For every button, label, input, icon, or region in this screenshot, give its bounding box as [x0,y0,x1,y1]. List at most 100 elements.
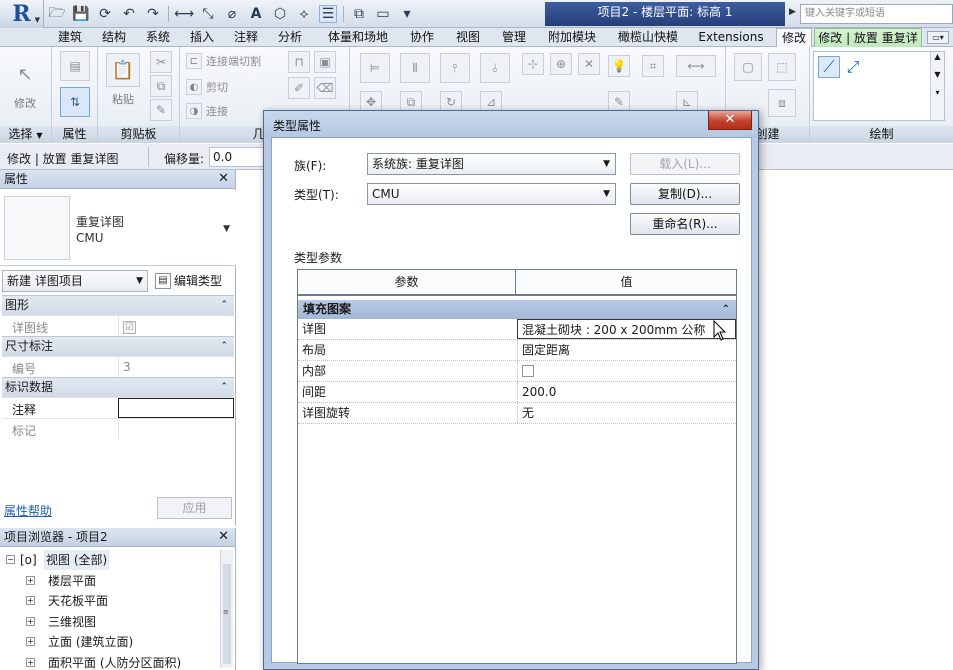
inside-value[interactable] [517,361,736,381]
spacing-value[interactable]: 200.0 [517,382,736,402]
delete-icon[interactable]: ✕ [578,53,600,75]
chevron-down-icon[interactable]: ▼ [223,224,230,234]
tab-insert[interactable]: 插入 [184,28,220,47]
create-similar-icon[interactable]: ▢ [734,53,762,81]
create-parts-icon[interactable]: ⧈ [768,89,796,117]
type-selector[interactable]: 重复详图 CMU ▼ [0,190,236,266]
aligned-dimension-icon[interactable]: ⤡ [199,5,217,23]
tree-item[interactable]: + 立面 (建筑立面) [2,632,220,653]
type-dropdown[interactable]: CMU ▼ [367,183,616,205]
default-3d-view-icon[interactable]: ⬡ [271,5,289,23]
tab-annotate[interactable]: 注释 [228,28,264,47]
panel-label-select[interactable]: 选择 ▼ [0,126,51,143]
duplicate-button[interactable]: 复制(D)... [630,183,740,205]
close-button[interactable]: ✕ [708,111,752,130]
tree-item[interactable]: + 楼层平面 [2,571,220,592]
family-dropdown[interactable]: 系统族: 重复详图 ▼ [367,153,616,175]
open-icon[interactable]: 🗁 [48,5,66,23]
create-group-icon[interactable]: ⬚ [768,53,796,81]
tree-root-views[interactable]: − [o] 视图 (全部) [2,550,220,571]
tab-olive-mountain[interactable]: 橄榄山快模 [612,28,684,47]
properties-icon[interactable]: ⇅ [60,87,90,117]
close-hidden-windows-icon[interactable]: ⧉ [350,5,368,23]
tab-collaborate[interactable]: 协作 [404,28,440,47]
group-identity-data[interactable]: 标识数据 ⌃ [2,377,234,397]
dialog-title-bar[interactable]: 类型属性 ✕ [264,111,758,137]
save-icon[interactable]: 💾 [72,5,90,23]
mirror-axis-icon[interactable]: ⫯ [440,53,470,83]
tab-structure[interactable]: 结构 [96,28,132,47]
rename-button[interactable]: 重命名(R)... [630,213,740,235]
tab-analyze[interactable]: 分析 [272,28,308,47]
split-face-icon[interactable]: ▣ [314,51,336,73]
tab-extensions[interactable]: Extensions [694,28,768,47]
modify-button[interactable]: ↖ 修改 [8,57,42,111]
offset-icon[interactable]: ⫴ [400,53,430,83]
offset-input[interactable]: 0.0 [209,147,269,167]
close-icon[interactable]: ✕ [218,528,229,546]
paste-button[interactable]: 📋 粘贴 [106,53,140,107]
demolish-icon[interactable]: ⌫ [314,77,336,99]
copy-icon[interactable]: ⧉ [150,75,172,97]
tab-view[interactable]: 视图 [450,28,486,47]
type-properties-icon[interactable]: ▤ [60,51,90,81]
tab-add-ins[interactable]: 附加模块 [542,28,602,47]
paint-icon[interactable]: ✐ [288,77,310,99]
measure-icon[interactable]: ⟷ [174,5,194,23]
customize-qat-icon[interactable]: ▾ [398,5,416,23]
detail-line-checkbox[interactable]: ☑ [118,316,234,336]
redo-icon[interactable]: ↷ [144,5,162,23]
line-draw-icon[interactable]: ⟋ [818,56,840,78]
inside-checkbox[interactable] [522,365,534,377]
cut-icon[interactable]: ✂ [150,51,172,73]
layout-value[interactable]: 固定距离 [517,340,736,360]
application-menu-button[interactable]: R ▼ [0,0,44,28]
mark-field[interactable] [118,419,234,439]
sync-icon[interactable]: ⟳ [96,5,114,23]
tree-item[interactable]: + 三维视图 [2,612,220,633]
measure-tool-icon[interactable]: ⟷ [676,55,716,77]
tree-item[interactable]: + 天花板平面 [2,591,220,612]
comments-field[interactable] [118,398,234,418]
pin-icon[interactable]: ⊕ [550,53,572,75]
thin-lines-icon[interactable]: ☰ [319,5,337,23]
pick-lines-icon[interactable]: ⤢ [842,56,864,78]
view-icon[interactable]: ⌗ [642,55,664,77]
chevron-right-icon[interactable]: ▶ [789,7,796,17]
join-geometry-button[interactable]: ◑ 连接 [186,103,228,119]
section-icon[interactable]: ⟡ [295,5,313,23]
tab-modify-place-repeating-detail[interactable]: 修改 | 放置 重复详图 [814,28,922,63]
tag-icon[interactable]: ⌀ [223,5,241,23]
group-fill-pattern[interactable]: 填充图案 ⌃ [298,300,736,319]
load-button[interactable]: 载入(L)... [630,153,740,175]
close-icon[interactable]: ✕ [218,170,229,188]
browser-scrollbar[interactable]: ≡ [220,550,233,668]
align-icon[interactable]: ⊨ [360,53,390,83]
join-cut-button[interactable]: ⊏ 连接端切割 [186,53,261,69]
split-icon[interactable]: ⊹ [522,53,544,75]
tab-manage[interactable]: 管理 [496,28,532,47]
minimize-ribbon-button[interactable]: ▭▾ [927,31,949,44]
undo-icon[interactable]: ↶ [120,5,138,23]
column-header-parameter[interactable]: 参数 [298,270,516,294]
tab-modify[interactable]: 修改 [776,28,812,48]
tab-massing-site[interactable]: 体量和场地 [322,28,394,47]
tab-systems[interactable]: 系统 [140,28,176,47]
tree-item[interactable]: + 面积平面 (人防分区面积) [2,653,220,670]
wall-joins-icon[interactable]: ⊓ [288,51,310,73]
cut-geometry-button[interactable]: ◐ 剪切 [186,79,228,95]
mirror-draw-icon[interactable]: ⫰ [480,53,510,83]
switch-windows-icon[interactable]: ▭ [374,5,392,23]
group-dimensions[interactable]: 尺寸标注 ⌃ [2,336,234,356]
instance-filter-dropdown[interactable]: 新建 详图项目 ▼ [2,270,148,292]
edit-type-button[interactable]: ▤ 编辑类型 [155,270,222,292]
group-graphics[interactable]: 图形 ⌃ [2,295,234,315]
text-icon[interactable]: A [247,5,265,23]
tab-architecture[interactable]: 建筑 [52,28,88,47]
match-type-icon[interactable]: ✎ [150,99,172,121]
properties-help-link[interactable]: 属性帮助 [4,502,52,519]
bulb-icon[interactable]: 💡 [608,55,630,77]
gallery-scrollbar[interactable]: ▲ ▼ ▾ [930,52,944,120]
detail-value-field[interactable]: 混凝土砌块 : 200 x 200mm 公称 [517,319,736,339]
apply-button[interactable]: 应用 [157,497,232,519]
